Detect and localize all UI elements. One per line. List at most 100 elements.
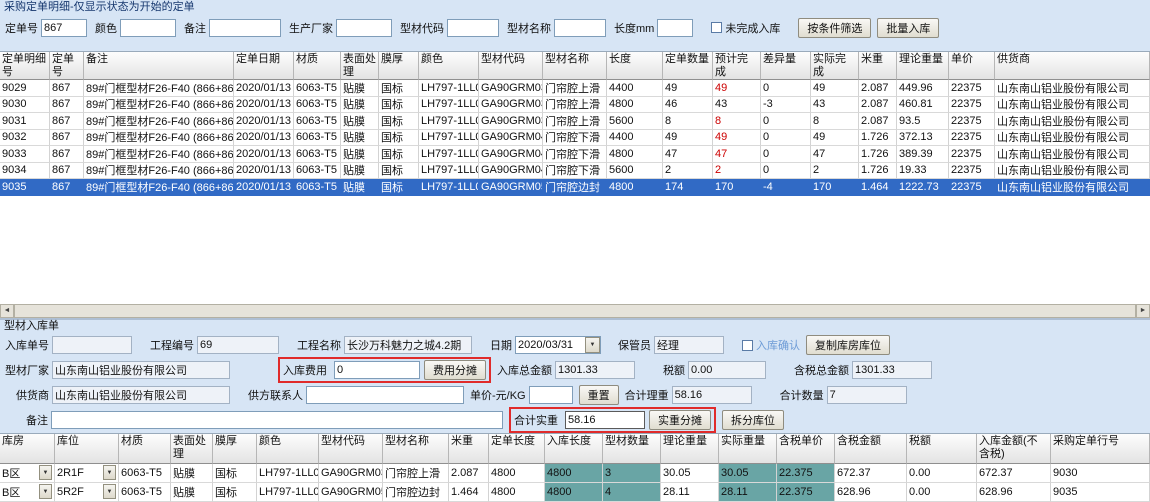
horizontal-scrollbar[interactable]: ◄ ►: [0, 304, 1150, 318]
table-cell[interactable]: 9031: [0, 113, 50, 130]
column-header[interactable]: 入库长度: [545, 434, 603, 464]
table-cell[interactable]: GA90GRM03: [479, 80, 543, 97]
table-cell[interactable]: 贴膜: [341, 146, 379, 163]
table-cell[interactable]: 贴膜: [341, 80, 379, 97]
unit-price-input[interactable]: [529, 386, 573, 404]
total-actual-weight-input[interactable]: [565, 411, 645, 429]
table-row[interactable]: 903186789#门框型材F26-F40 (866+867)2020/01/1…: [0, 113, 1150, 130]
table-cell[interactable]: 4800: [545, 483, 603, 502]
table-cell[interactable]: 9029: [0, 80, 50, 97]
calendar-dropdown-icon[interactable]: ▼: [585, 337, 600, 353]
table-cell[interactable]: 门帘腔边封: [543, 179, 607, 196]
column-header[interactable]: 实际重量: [719, 434, 777, 464]
table-cell[interactable]: LH797-1LL0: [419, 80, 479, 97]
table-cell[interactable]: 28.11: [719, 483, 777, 502]
reset-button[interactable]: 重置: [579, 385, 619, 405]
filter-by-condition-button[interactable]: 按条件筛选: [798, 18, 871, 38]
table-cell[interactable]: 19.33: [897, 163, 949, 180]
column-header[interactable]: 膜厚: [213, 434, 257, 464]
table-cell[interactable]: 6063-T5: [294, 163, 341, 180]
table-cell[interactable]: 867: [50, 179, 84, 196]
table-cell[interactable]: 460.81: [897, 97, 949, 114]
table-cell[interactable]: 国标: [379, 130, 419, 147]
table-cell[interactable]: 22375: [949, 146, 995, 163]
scroll-left-icon[interactable]: ◄: [0, 304, 14, 318]
table-cell[interactable]: 170: [713, 179, 761, 196]
table-cell[interactable]: 门帘腔上滑: [543, 80, 607, 97]
column-header[interactable]: 定单号: [50, 52, 84, 80]
table-cell[interactable]: 国标: [213, 483, 257, 502]
table-cell[interactable]: 0.00: [907, 483, 977, 502]
table-cell[interactable]: 9030: [1051, 464, 1150, 483]
table-cell[interactable]: 8: [811, 113, 859, 130]
table-cell[interactable]: 2020/01/13: [234, 80, 294, 97]
table-cell[interactable]: 449.96: [897, 80, 949, 97]
table-cell[interactable]: 国标: [379, 80, 419, 97]
table-cell[interactable]: 1222.73: [897, 179, 949, 196]
table-row[interactable]: B区▼2R1F▼6063-T5贴膜国标LH797-1LL0GA90GRM03门帘…: [0, 464, 1150, 483]
total-with-tax-input[interactable]: [852, 361, 932, 379]
table-cell[interactable]: 3: [603, 464, 661, 483]
column-header[interactable]: 型材名称: [543, 52, 607, 80]
column-header[interactable]: 实际完成: [811, 52, 859, 80]
table-cell[interactable]: 47: [811, 146, 859, 163]
table-cell[interactable]: 贴膜: [341, 130, 379, 147]
inbound-fee-input[interactable]: [334, 361, 420, 379]
table-cell[interactable]: 4800: [545, 464, 603, 483]
table-cell[interactable]: 山东南山铝业股份有限公司: [995, 179, 1150, 196]
inbound-remark-input[interactable]: [51, 411, 503, 429]
table-cell[interactable]: 1.726: [859, 163, 897, 180]
column-header[interactable]: 型材代码: [319, 434, 383, 464]
color-input[interactable]: [120, 19, 176, 37]
table-cell[interactable]: GA90GRM03: [479, 97, 543, 114]
table-cell[interactable]: 0: [761, 163, 811, 180]
table-cell[interactable]: 49: [663, 80, 713, 97]
table-cell[interactable]: 22375: [949, 113, 995, 130]
column-header[interactable]: 颜色: [419, 52, 479, 80]
table-cell[interactable]: 0: [761, 130, 811, 147]
table-cell[interactable]: 4800: [489, 483, 545, 502]
table-cell[interactable]: 国标: [379, 113, 419, 130]
table-cell[interactable]: 6063-T5: [119, 464, 171, 483]
table-cell[interactable]: 867: [50, 146, 84, 163]
scroll-right-icon[interactable]: ►: [1136, 304, 1150, 318]
table-cell[interactable]: LH797-1LL0: [419, 113, 479, 130]
table-row[interactable]: B区▼5R2F▼6063-T5贴膜国标LH797-1LL0GA90GRM05门帘…: [0, 483, 1150, 502]
table-cell[interactable]: 9035: [0, 179, 50, 196]
column-header[interactable]: 单价: [949, 52, 995, 80]
split-location-button[interactable]: 拆分库位: [722, 410, 784, 430]
table-cell[interactable]: 贴膜: [171, 483, 213, 502]
table-cell[interactable]: 867: [50, 80, 84, 97]
unfinished-checkbox[interactable]: [711, 22, 722, 33]
table-cell[interactable]: 门帘腔下滑: [543, 163, 607, 180]
table-cell[interactable]: B区▼: [0, 483, 55, 502]
inbound-total-input[interactable]: [555, 361, 635, 379]
table-cell[interactable]: 372.13: [897, 130, 949, 147]
table-cell[interactable]: 6063-T5: [294, 179, 341, 196]
cell-dropdown-icon[interactable]: ▼: [39, 465, 52, 480]
total-theoretical-weight-input[interactable]: [672, 386, 752, 404]
table-cell[interactable]: 672.37: [835, 464, 907, 483]
table-cell[interactable]: 门帘腔下滑: [543, 146, 607, 163]
table-cell[interactable]: 6063-T5: [119, 483, 171, 502]
column-header[interactable]: 入库金额(不含税): [977, 434, 1051, 464]
table-cell[interactable]: 867: [50, 163, 84, 180]
table-cell[interactable]: 4800: [489, 464, 545, 483]
table-cell[interactable]: 门帘腔边封: [383, 483, 449, 502]
table-cell[interactable]: 2020/01/13: [234, 146, 294, 163]
table-cell[interactable]: 89#门框型材F26-F40 (866+867): [84, 113, 234, 130]
table-cell[interactable]: 1.464: [859, 179, 897, 196]
table-cell[interactable]: 2.087: [859, 97, 897, 114]
table-cell[interactable]: 6063-T5: [294, 113, 341, 130]
table-cell[interactable]: 22375: [949, 97, 995, 114]
table-cell[interactable]: 49: [713, 80, 761, 97]
table-cell[interactable]: 贴膜: [341, 163, 379, 180]
table-cell[interactable]: 山东南山铝业股份有限公司: [995, 130, 1150, 147]
table-cell[interactable]: 22.375: [777, 464, 835, 483]
column-header[interactable]: 定单数量: [663, 52, 713, 80]
table-cell[interactable]: 867: [50, 97, 84, 114]
table-cell[interactable]: 4400: [607, 80, 663, 97]
table-cell[interactable]: GA90GRM05: [479, 179, 543, 196]
table-row[interactable]: 902986789#门框型材F26-F40 (866+867)2020/01/1…: [0, 80, 1150, 97]
table-cell[interactable]: 672.37: [977, 464, 1051, 483]
